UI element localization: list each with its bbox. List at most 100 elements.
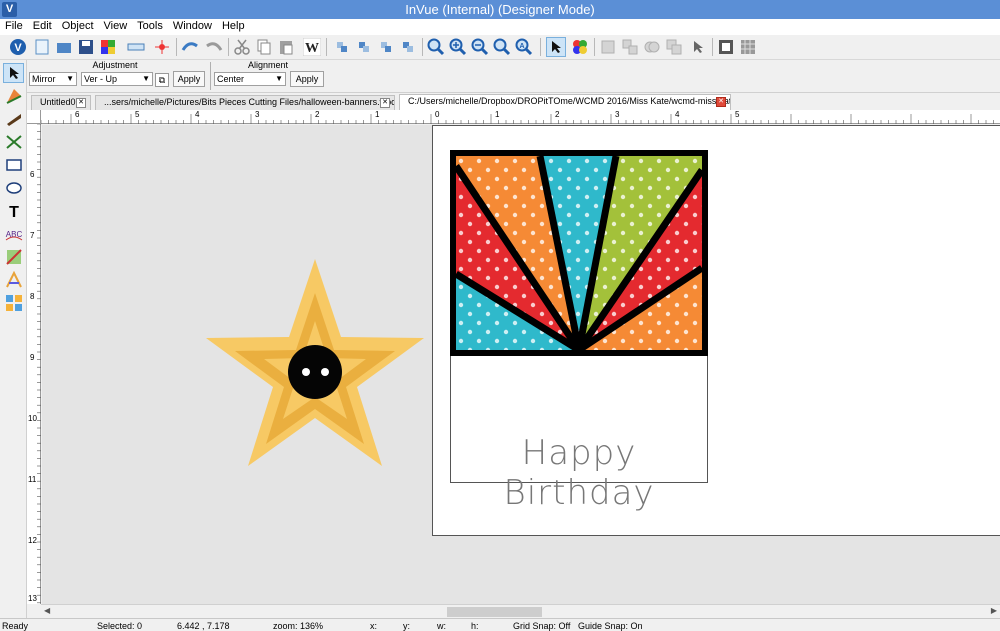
node-edit-icon[interactable] <box>688 37 708 57</box>
zoom-out-icon[interactable] <box>470 37 490 57</box>
open-icon[interactable] <box>54 37 74 57</box>
arrange-forward-icon[interactable] <box>354 37 374 57</box>
arrange-front-icon[interactable] <box>332 37 352 57</box>
weld-icon[interactable] <box>642 37 662 57</box>
svg-text:T: T <box>9 204 19 219</box>
mirror-select-value: Mirror <box>32 74 56 84</box>
title-bar: V InVue (Internal) (Designer Mode) <box>0 0 1000 19</box>
vertical-ruler[interactable]: 6 7 8 9 10 11 12 13 <box>27 124 41 604</box>
adjustment-label: Adjustment <box>92 60 138 70</box>
ruler-icon[interactable] <box>126 37 146 57</box>
zoom-page-icon[interactable] <box>492 37 512 57</box>
node-tool-icon[interactable] <box>3 86 24 106</box>
pen-tool-icon[interactable] <box>3 270 24 290</box>
ruler-label: 10 <box>28 414 37 423</box>
tab-label: ...sers/michelle/Pictures/Bits Pieces Cu… <box>104 97 395 107</box>
arrange-backward-icon[interactable] <box>376 37 396 57</box>
close-icon[interactable]: ✕ <box>76 98 86 108</box>
redo-icon[interactable] <box>204 37 224 57</box>
select-tool-icon[interactable] <box>3 63 24 83</box>
button-eye <box>302 368 310 376</box>
horizontal-ruler[interactable]: 6 5 4 3 2 1 0 1 2 3 4 5 <box>41 110 1000 124</box>
menu-file[interactable]: File <box>0 19 28 32</box>
undo-icon[interactable] <box>180 37 200 57</box>
chevron-down-icon: ▼ <box>142 74 150 83</box>
select-pointer-icon[interactable] <box>546 37 566 57</box>
close-icon[interactable]: ✕ <box>716 97 726 107</box>
menu-help[interactable]: Help <box>217 19 250 32</box>
direction-select-value: Ver - Up <box>84 74 118 84</box>
star-shape[interactable] <box>206 259 424 467</box>
design-canvas[interactable]: Happy Birthday <box>42 125 1000 604</box>
line-tool-icon[interactable] <box>3 132 24 152</box>
bitmap-tool-icon[interactable] <box>3 247 24 267</box>
adjustment-apply-button[interactable]: Apply <box>173 71 205 87</box>
tab-untitled0[interactable]: Untitled0 ✕ <box>31 95 91 110</box>
document-tabs: Untitled0 ✕ ...sers/michelle/Pictures/Bit… <box>27 94 1000 110</box>
intersect-icon[interactable] <box>664 37 684 57</box>
close-icon[interactable]: ✕ <box>380 98 390 108</box>
ruler-label: 0 <box>435 110 440 119</box>
scroll-right-icon[interactable]: ▶ <box>991 606 997 615</box>
ruler-label: 3 <box>615 110 620 119</box>
rectangle-tool-icon[interactable] <box>3 155 24 175</box>
cut-icon[interactable] <box>232 37 252 57</box>
zoom-in-icon[interactable] <box>448 37 468 57</box>
svg-text:V: V <box>14 42 22 54</box>
status-grid-snap: Grid Snap: Off <box>513 621 571 631</box>
status-y: y: <box>403 621 411 631</box>
frame-icon[interactable] <box>716 37 736 57</box>
horizontal-scrollbar[interactable]: ◀ ▶ <box>41 604 1000 618</box>
group-icon[interactable] <box>598 37 618 57</box>
mirror-select[interactable]: Mirror ▼ <box>29 72 77 86</box>
status-x: x: <box>370 621 378 631</box>
menu-tools[interactable]: Tools <box>132 19 168 32</box>
new-file-icon[interactable] <box>32 37 52 57</box>
ruler-label: 1 <box>495 110 500 119</box>
main-toolbar: V W A <box>0 35 1000 60</box>
ruler-label: 11 <box>28 475 37 484</box>
ruler-label: 4 <box>195 110 200 119</box>
horizontal-ruler-ticks <box>41 114 994 124</box>
menu-edit[interactable]: Edit <box>28 19 57 32</box>
scroll-left-icon[interactable]: ◀ <box>44 606 50 615</box>
menu-object[interactable]: Object <box>57 19 99 32</box>
ruler-label: 6 <box>30 170 35 179</box>
wpc-word-icon[interactable]: W <box>302 37 322 57</box>
alignment-select[interactable]: Center ▼ <box>214 72 286 86</box>
copy-icon[interactable] <box>254 37 274 57</box>
window-title: InVue (Internal) (Designer Mode) <box>405 2 595 17</box>
alignment-select-value: Center <box>217 74 245 84</box>
text-tool-icon[interactable]: T <box>3 201 24 221</box>
color-wheel-icon[interactable] <box>570 37 590 57</box>
status-zoom: zoom: 136% <box>273 621 324 631</box>
texture-icon[interactable] <box>738 37 758 57</box>
grid-tool-icon[interactable] <box>3 293 24 313</box>
knife-tool-icon[interactable] <box>3 109 24 129</box>
zoom-all-icon[interactable]: A <box>514 37 534 57</box>
save-icon[interactable] <box>76 37 96 57</box>
direction-select[interactable]: Ver - Up ▼ <box>81 72 153 86</box>
tab-halloween-banners[interactable]: ...sers/michelle/Pictures/Bits Pieces Cu… <box>95 95 395 110</box>
color-palette-icon[interactable] <box>98 37 118 57</box>
sunburst-panel[interactable] <box>450 150 708 356</box>
vertical-ruler-ticks <box>37 124 41 604</box>
ungroup-icon[interactable] <box>620 37 640 57</box>
effects-icon[interactable] <box>152 37 172 57</box>
svg-text:W: W <box>305 41 319 56</box>
ruler-label: 8 <box>30 292 35 301</box>
button-eye <box>321 368 329 376</box>
paste-icon[interactable] <box>276 37 296 57</box>
menu-view[interactable]: View <box>99 19 133 32</box>
menu-bar: File Edit Object View Tools Window Help <box>0 19 1000 35</box>
zoom-fit-icon[interactable] <box>426 37 446 57</box>
ellipse-tool-icon[interactable] <box>3 178 24 198</box>
lock-ratio-icon[interactable]: ⧉ <box>155 73 169 87</box>
text-path-tool-icon[interactable]: ABC <box>3 224 24 244</box>
scrollbar-thumb[interactable] <box>447 607 542 617</box>
arrange-back-icon[interactable] <box>398 37 418 57</box>
tab-wcmd-miss-kate[interactable]: C:/Users/michelle/Dropbox/DROPitTOme/WCM… <box>399 94 731 110</box>
menu-window[interactable]: Window <box>168 19 217 32</box>
logo-icon[interactable]: V <box>8 37 28 57</box>
alignment-apply-button[interactable]: Apply <box>290 71 324 87</box>
